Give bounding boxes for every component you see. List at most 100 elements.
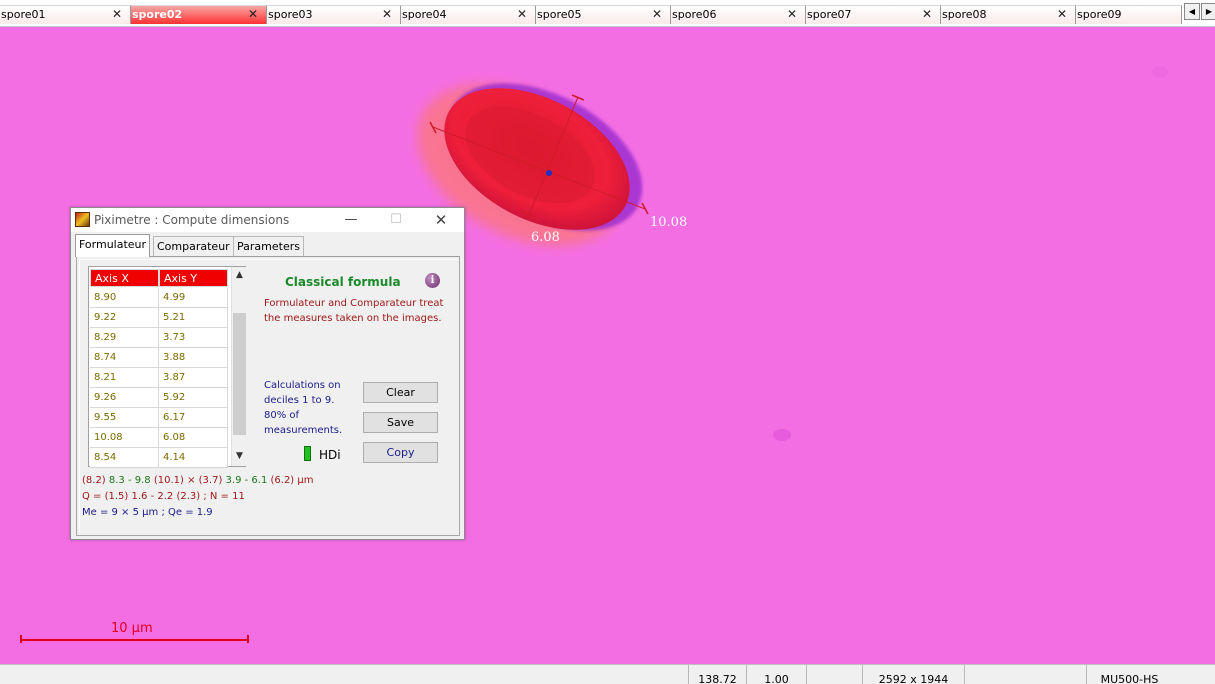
result-part: (6.2) [270,475,298,486]
formula-description: Formulateur and Comparateur treat the me… [264,298,444,324]
measure-tick [571,94,585,101]
tab-spore02[interactable]: spore02 ✕ [131,5,267,24]
tab-spore07[interactable]: spore07 ✕ [806,5,941,24]
grid-cell-axis-y[interactable]: 6.17 [159,408,228,428]
measure-label-long: 10.08 [650,215,688,230]
result-part: 3.9 - 6.1 [225,475,271,486]
close-button[interactable]: ✕ [426,210,456,230]
dialog-title: Piximetre : Compute dimensions [94,213,290,227]
result-mean-line: Me = 9 × 5 µm ; Qe = 1.9 [82,507,213,518]
calculation-description: Calculations on deciles 1 to 9. 80% of m… [264,380,343,436]
clear-button[interactable]: Clear [363,382,438,403]
grid-cell-axis-x[interactable]: 10.08 [90,428,159,448]
tab-close-icon[interactable]: ✕ [1057,7,1067,21]
grid-cell-axis-x[interactable]: 9.55 [90,408,159,428]
image-tab-strip: spore01 ✕ spore02 ✕ spore03 ✕ spore04 ✕ spore05 ✕… [0,0,1215,27]
spore-center-point [546,170,552,176]
info-icon[interactable]: i [425,273,440,288]
formulateur-panel: Axis X Axis Y 8.90 4.99 9.22 5.21 8.29 3.73 8.… [76,256,460,536]
tab-spore05[interactable]: spore05 ✕ [536,5,671,24]
status-cell [806,665,862,684]
save-button[interactable]: Save [363,412,438,433]
tab-label: spore01 [1,8,46,21]
result-part: × [187,475,199,486]
grid-cell-axis-x[interactable]: 8.74 [90,348,159,368]
minimize-button[interactable]: — [336,210,366,230]
compute-dimensions-dialog: Piximetre : Compute dimensions — ☐ ✕ For… [70,207,465,540]
formulateur-panel-body: Axis X Axis Y 8.90 4.99 9.22 5.21 8.29 3.73 8.… [79,259,457,533]
measurements-grid[interactable]: Axis X Axis Y 8.90 4.99 9.22 5.21 8.29 3.73 8.… [88,266,246,468]
grid-cell-axis-x[interactable]: 9.26 [90,388,159,408]
tab-spore06[interactable]: spore06 ✕ [671,5,806,24]
tab-label: spore02 [132,8,183,21]
grid-scroll-thumb[interactable] [233,313,246,435]
piximetre-app-icon [75,212,90,227]
grid-scroll-up-button[interactable]: ▲ [233,268,246,283]
tab-spore03[interactable]: spore03 ✕ [267,5,401,24]
tab-comparateur[interactable]: Comparateur [153,236,234,256]
tab-formulateur[interactable]: Formulateur [75,234,151,257]
measure-label-short: 6.08 [531,230,560,245]
grid-cell-axis-y[interactable]: 5.92 [159,388,228,408]
tab-spore08[interactable]: spore08 ✕ [941,5,1076,24]
scale-bar [20,635,249,643]
debris-spot [773,429,791,441]
tab-label: spore06 [672,8,717,21]
grid-cell-axis-y[interactable]: 3.87 [159,368,228,388]
grid-cell-axis-y[interactable]: 4.14 [159,448,228,468]
tab-label: spore09 [1077,8,1122,21]
grid-cell-axis-x[interactable]: 8.54 [90,448,159,468]
status-bar: 138.72 1.00 2592 x 1944 MU500-HS [0,664,1215,684]
piximetre-window: spore01 ✕ spore02 ✕ spore03 ✕ spore04 ✕ spore05 ✕… [0,0,1215,684]
grid-cell-axis-x[interactable]: 8.29 [90,328,159,348]
grid-cell-axis-x[interactable]: 8.21 [90,368,159,388]
grid-scroll-down-button[interactable]: ▼ [233,449,246,464]
tab-label: spore05 [537,8,582,21]
grid-cell-axis-y[interactable]: 5.21 [159,308,228,328]
result-part: µm [297,475,314,486]
grid-cell-axis-y[interactable]: 3.73 [159,328,228,348]
tab-close-icon[interactable]: ✕ [248,7,258,21]
tab-close-icon[interactable]: ✕ [517,7,527,21]
result-part: (10.1) [153,475,188,486]
formula-title: Classical formula [285,275,401,289]
dialog-titlebar[interactable]: Piximetre : Compute dimensions — ☐ ✕ [71,208,464,232]
status-cell: 138.72 [688,665,746,684]
grid-cell-axis-x[interactable]: 9.22 [90,308,159,328]
tab-close-icon[interactable]: ✕ [112,7,122,21]
result-dimensions-line: (8.2) 8.3 - 9.8 (10.1) × (3.7) 3.9 - 6.1… [82,475,314,486]
tab-parameters[interactable]: Parameters [233,236,304,256]
tab-close-icon[interactable]: ✕ [382,7,392,21]
tab-label: spore08 [942,8,987,21]
grid-cell-axis-y[interactable]: 3.88 [159,348,228,368]
tab-close-icon[interactable]: ✕ [787,7,797,21]
grid-header-axis-x[interactable]: Axis X [90,269,159,287]
tab-spore09[interactable]: spore09 [1076,5,1182,24]
grid-cell-axis-x[interactable]: 8.90 [90,288,159,308]
grid-cell-axis-y[interactable]: 6.08 [159,428,228,448]
status-cell: 2592 x 1944 [862,665,964,684]
scale-bar-label: 10 µm [111,621,153,636]
grid-header-axis-y[interactable]: Axis Y [159,269,228,287]
status-cell: 1.00 [746,665,806,684]
tab-close-icon[interactable]: ✕ [652,7,662,21]
tab-spore04[interactable]: spore04 ✕ [401,5,536,24]
tab-close-icon[interactable]: ✕ [922,7,932,21]
hdi-label: HDi [319,448,341,462]
result-part: (8.2) [82,475,109,486]
copy-button[interactable]: Copy [363,442,438,463]
tab-label: spore07 [807,8,852,21]
grid-cell-axis-y[interactable]: 4.99 [159,288,228,308]
grid-scrollbar[interactable]: ▲ ▼ [231,267,246,466]
tab-spore01[interactable]: spore01 ✕ [0,5,131,24]
status-cell: MU500-HS [1086,665,1172,684]
debris-spot [1152,66,1168,78]
tab-scroll-right-button[interactable]: ▶ [1201,3,1215,20]
tab-scroll-left-button[interactable]: ◀ [1184,3,1200,20]
maximize-button[interactable]: ☐ [381,210,411,230]
status-cell [964,665,1086,684]
hdi-indicator[interactable] [304,446,311,461]
result-part: (3.7) [198,475,226,486]
result-part: 8.3 - 9.8 [108,475,154,486]
tab-label: spore03 [268,8,313,21]
